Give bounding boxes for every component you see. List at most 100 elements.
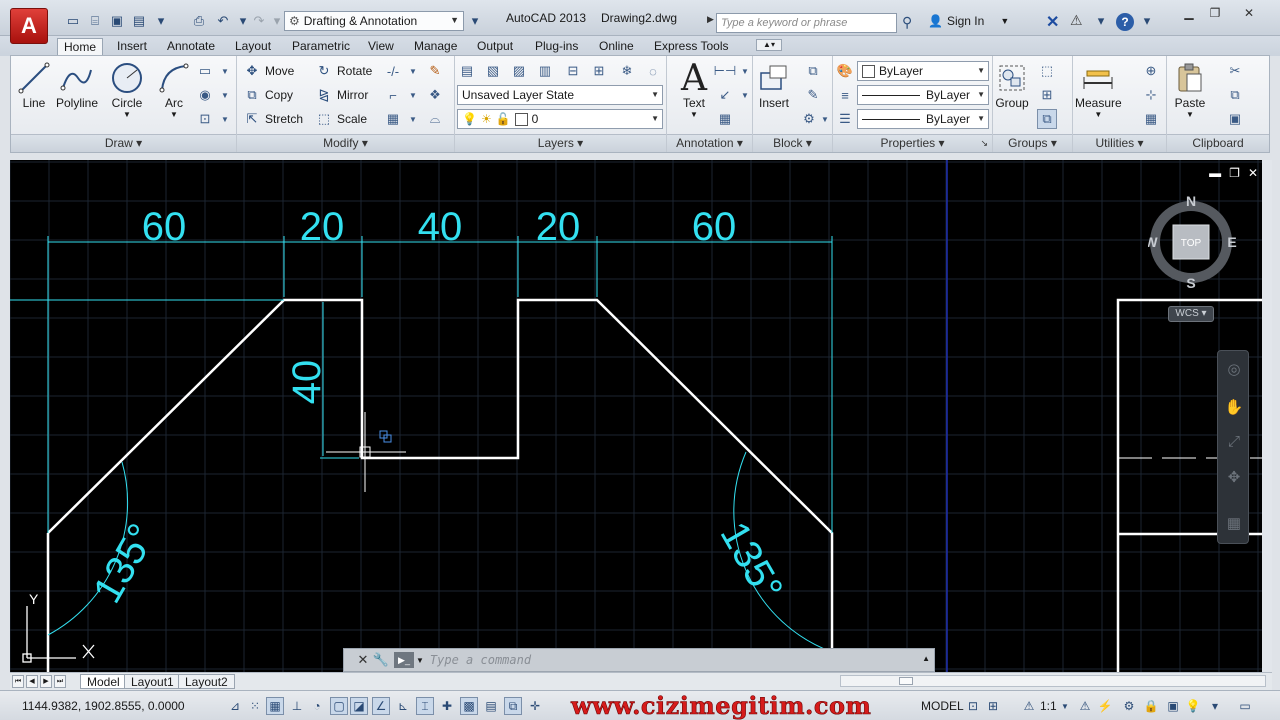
annotation-scale-icon[interactable]: ⚠	[1020, 697, 1038, 715]
tab-insert[interactable]: Insert	[111, 38, 153, 56]
next-tab-icon[interactable]: ▶	[40, 675, 52, 688]
tab-output[interactable]: Output	[471, 38, 519, 56]
linetype-icon[interactable]: ☰	[835, 109, 855, 129]
auto-scale-icon[interactable]: ⚡	[1096, 697, 1114, 715]
stretch-button[interactable]: ⇱ Stretch	[243, 109, 303, 129]
block-panel-title[interactable]: Block ▾	[753, 134, 832, 152]
vertical-scrollbar[interactable]	[1262, 160, 1272, 672]
draw-panel-title[interactable]: Draw ▾	[11, 134, 236, 152]
layer-unisolate-icon[interactable]: ⊞	[589, 61, 609, 81]
measure-tool[interactable]: Measure ▼	[1075, 60, 1122, 119]
showmotion-icon[interactable]: ▦	[1223, 513, 1245, 535]
orbit-icon[interactable]: ✥	[1223, 467, 1245, 489]
tab-annotate[interactable]: Annotate	[161, 38, 221, 56]
open-icon[interactable]: ⌸	[86, 12, 104, 30]
offset-icon[interactable]: ⌓	[425, 109, 445, 129]
tab-model[interactable]: Model	[80, 674, 127, 689]
binoculars-icon[interactable]: ⚲	[902, 14, 912, 31]
minimize-icon[interactable]: ▁	[1176, 4, 1202, 22]
calculator-icon[interactable]: ▦	[1141, 109, 1161, 129]
search-expand-icon[interactable]: ▶	[707, 14, 714, 25]
arc-tool[interactable]: Arc ▼	[157, 60, 191, 119]
chevron-down-icon[interactable]: ▼	[735, 85, 755, 105]
viewport-restore-icon[interactable]: ❐	[1229, 166, 1240, 180]
modify-panel-title[interactable]: Modify ▾	[237, 134, 454, 152]
tab-layout[interactable]: Layout	[229, 38, 277, 56]
layer-select[interactable]: 💡 ☀ 🔓 0 ▼	[457, 109, 663, 129]
polyline-tool[interactable]: Polyline	[56, 60, 98, 110]
rectangle-icon[interactable]: ▭	[195, 61, 215, 81]
close-icon[interactable]: ✕	[354, 652, 372, 668]
tab-layout1[interactable]: Layout1	[124, 674, 181, 689]
trim-icon[interactable]: -/-	[383, 61, 403, 81]
tab-view[interactable]: View	[362, 38, 400, 56]
viewcube[interactable]: TOP N S E W	[1148, 196, 1250, 296]
annotation-monitor-icon[interactable]: ✛	[526, 697, 544, 715]
tab-manage[interactable]: Manage	[408, 38, 463, 56]
3d-object-snap-icon[interactable]: ◪	[350, 697, 368, 715]
object-snap-tracking-icon[interactable]: ∠	[372, 697, 390, 715]
zoom-extents-icon[interactable]: ⤢	[1223, 431, 1245, 453]
insert-block-tool[interactable]: Insert	[757, 60, 791, 110]
object-snap-icon[interactable]: ▢	[330, 697, 348, 715]
dynamic-input-icon[interactable]: ⌶	[416, 697, 434, 715]
compass-east[interactable]: E	[1227, 234, 1236, 250]
select-all-icon[interactable]: ⊹	[1141, 85, 1161, 105]
chevron-down-icon[interactable]: ▼	[403, 109, 423, 129]
circle-tool[interactable]: Circle ▼	[110, 60, 144, 119]
ribbon-minimize-button[interactable]: ▲▾	[756, 39, 782, 51]
layer-isolate-icon[interactable]: ⊟	[563, 61, 583, 81]
compass-south[interactable]: S	[1186, 275, 1195, 291]
layer-off-icon[interactable]: ◌	[643, 61, 663, 81]
paste-tool[interactable]: Paste ▼	[1173, 60, 1207, 119]
pan-icon[interactable]: ✋	[1223, 397, 1245, 419]
viewport-close-icon[interactable]: ✕	[1248, 166, 1258, 180]
save-as-icon[interactable]: ▤	[130, 12, 148, 30]
workspace-select[interactable]: ⚙ Drafting & Annotation ▼	[284, 11, 464, 31]
save-icon[interactable]: ▣	[108, 12, 126, 30]
transparency-icon[interactable]: ▩	[460, 697, 478, 715]
chevron-up-icon[interactable]: ▲	[922, 654, 930, 663]
quick-properties-icon[interactable]: ▤	[482, 697, 500, 715]
command-prompt-icon[interactable]: ▶_	[394, 652, 414, 668]
fillet-icon[interactable]: ⌐	[383, 85, 403, 105]
group-tool[interactable]: Group	[995, 60, 1029, 110]
hatch-icon[interactable]: ◉	[195, 85, 215, 105]
match-properties-icon[interactable]: 🎨	[835, 61, 855, 81]
coordinate-readout[interactable]: 1144.9382, 1902.8555, 0.0000	[22, 699, 185, 713]
layer-match-icon[interactable]: ▨	[509, 61, 529, 81]
properties-panel-title[interactable]: Properties ▾ ↘	[833, 134, 992, 152]
annotation-scale-value[interactable]: 1:1	[1040, 699, 1057, 713]
erase-icon[interactable]: ✎	[425, 61, 445, 81]
group-edit-icon[interactable]: ⊞	[1037, 85, 1057, 105]
lock-icon[interactable]: 🔒	[1142, 697, 1160, 715]
exchange-apps-icon[interactable]: ✕	[1046, 12, 1059, 32]
mirror-button[interactable]: ⧎ Mirror	[315, 85, 369, 105]
layer-properties-icon[interactable]: ▤	[457, 61, 477, 81]
scale-button[interactable]: ⬚ Scale	[315, 109, 367, 129]
last-tab-icon[interactable]: ⏭	[54, 675, 66, 688]
sign-in-button[interactable]: 👤 Sign In ▼	[928, 14, 1009, 28]
linetype-select[interactable]: ByLayer ▼	[857, 109, 989, 129]
copy-button[interactable]: ⧉ Copy	[243, 85, 293, 105]
region-icon[interactable]: ⊡	[195, 109, 215, 129]
infer-constraints-icon[interactable]: ⊿	[226, 697, 244, 715]
edit-block-icon[interactable]: ✎	[803, 85, 823, 105]
compass-north[interactable]: N	[1186, 196, 1196, 209]
dialog-launcher-icon[interactable]: ↘	[980, 135, 988, 152]
chevron-down-icon[interactable]: ▼	[815, 109, 835, 129]
help-icon[interactable]: ?	[1116, 13, 1134, 31]
lineweight-toggle-icon[interactable]: ✚	[438, 697, 456, 715]
lineweight-icon[interactable]: ≡	[835, 85, 855, 105]
close-icon[interactable]: ✕	[1236, 4, 1262, 22]
redo-icon[interactable]: ↷	[250, 12, 268, 30]
wrench-icon[interactable]: 🔧	[372, 652, 390, 668]
wcs-menu[interactable]: WCS ▾	[1168, 306, 1214, 322]
layer-state-select[interactable]: Unsaved Layer State ▼	[457, 85, 663, 105]
chevron-down-icon[interactable]: ▼	[403, 85, 423, 105]
model-space-toggle[interactable]: MODEL	[921, 699, 964, 713]
rotate-button[interactable]: ↻ Rotate	[315, 61, 373, 81]
match-properties-clip-icon[interactable]: ▣	[1225, 109, 1245, 129]
layers-panel-title[interactable]: Layers ▾	[455, 134, 666, 152]
undo-icon[interactable]: ↶	[214, 12, 232, 30]
